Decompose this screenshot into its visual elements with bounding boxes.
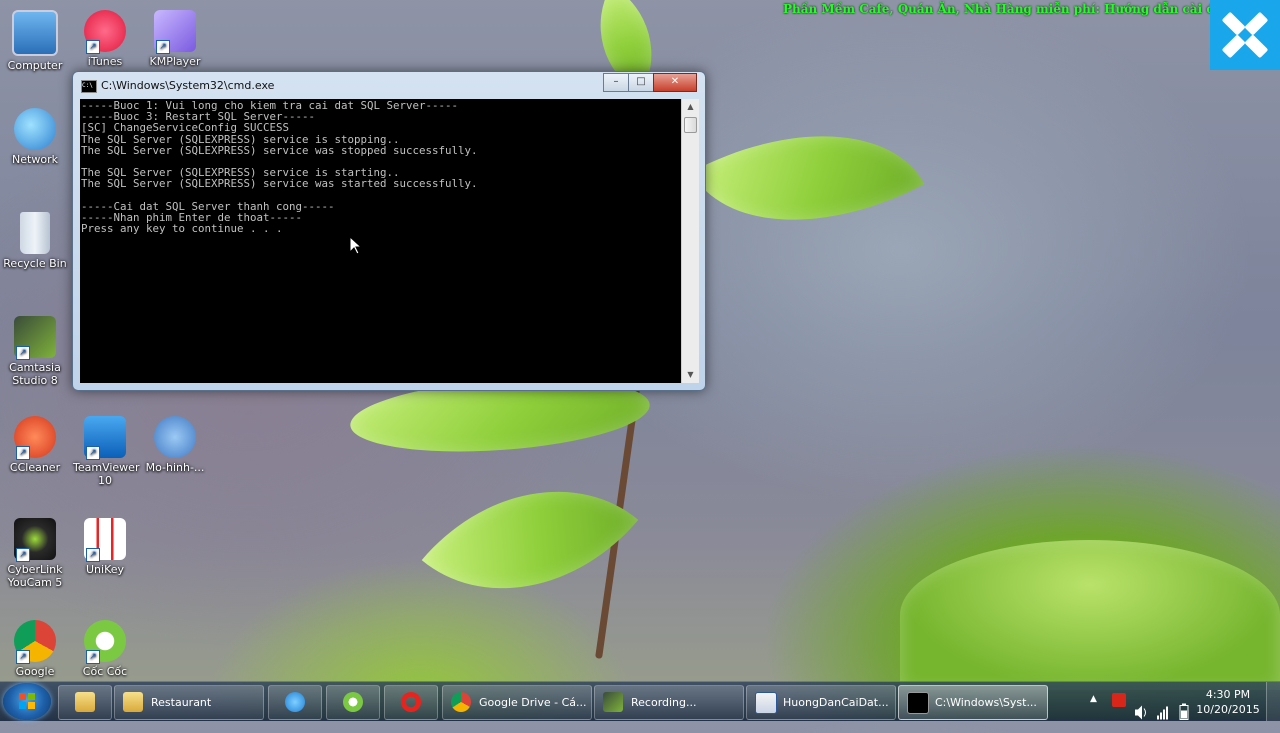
scroll-down-arrow[interactable]: ▼ — [682, 367, 699, 383]
cmd-icon: C:\ — [81, 80, 97, 93]
word-icon — [755, 692, 777, 714]
network-icon — [14, 108, 56, 150]
desktop-icon-label: Google — [15, 665, 55, 678]
taskbar-button-label: HuongDanCaiDat... — [783, 696, 889, 709]
desktop-icon-label: Camtasia Studio 8 — [9, 361, 61, 387]
cmd-window[interactable]: C:\ C:\Windows\System32\cmd.exe – □ ✕ --… — [72, 71, 706, 391]
console-line: [SC] ChangeServiceConfig SUCCESS — [81, 121, 290, 135]
desktop-icon-label: UniKey — [85, 563, 125, 576]
teamviewer-icon: ↗ — [84, 416, 126, 460]
battery-icon[interactable] — [1178, 692, 1190, 731]
taskbar-button-label: Restaurant — [151, 696, 212, 709]
cmd-titlebar[interactable]: C:\ C:\Windows\System32\cmd.exe – □ ✕ — [73, 72, 705, 98]
ccleaner-icon: ↗ — [14, 416, 56, 460]
recycle-bin-icon — [20, 212, 50, 254]
itunes-icon: ↗ — [84, 10, 126, 54]
wallpaper-leaf — [691, 78, 925, 278]
taskbar-coccoc-pin[interactable] — [326, 685, 380, 720]
taskbar-button-restaurant[interactable]: Restaurant — [114, 685, 264, 720]
console-output[interactable]: -----Buoc 1: Vui long cho kiem tra cai d… — [80, 99, 681, 383]
console-line: The SQL Server (SQLEXPRESS) service was … — [81, 143, 478, 157]
taskbar-button-label: Recording... — [631, 696, 697, 709]
desktop-icon-label: iTunes — [87, 55, 123, 68]
taskbar-button-cmd[interactable]: C:\Windows\Syst... — [898, 685, 1048, 720]
cmd-icon — [907, 692, 929, 714]
taskbar-button-word-doc[interactable]: HuongDanCaiDat... — [746, 685, 896, 720]
desktop-icon-label: Cốc Cốc — [82, 665, 128, 678]
start-button[interactable] — [3, 683, 51, 720]
volume-icon[interactable] — [1134, 693, 1148, 732]
desktop-icon-google[interactable]: ↗ Google — [3, 620, 67, 678]
desktop-icon-teamviewer[interactable]: ↗ TeamViewer 10 — [73, 416, 140, 487]
windows-logo-icon — [19, 693, 35, 709]
camtasia-icon: ↗ — [14, 316, 56, 360]
cmd-title: C:\Windows\System32\cmd.exe — [101, 79, 275, 92]
desktop-icon-mo-hinh[interactable]: Mo-hinh-... — [143, 416, 207, 474]
folder-icon — [75, 692, 95, 712]
console-line: Press any key to continue . . . — [81, 222, 283, 236]
taskbar-button-label: C:\Windows\Syst... — [935, 696, 1037, 709]
system-clock[interactable]: 4:30 PM 10/20/2015 — [1196, 687, 1260, 717]
desktop-icon-itunes[interactable]: ↗ iTunes — [73, 10, 137, 68]
desktop-icon-label: CCleaner — [9, 461, 61, 474]
desktop-icon-label: CyberLink YouCam 5 — [7, 563, 63, 589]
taskbar-button-google-drive[interactable]: Google Drive - Cá... — [442, 685, 592, 720]
minimize-button[interactable]: – — [603, 73, 629, 92]
taskbar-opera-pin[interactable] — [384, 685, 438, 720]
internet-explorer-icon — [285, 692, 305, 712]
coccoc-icon — [343, 692, 363, 712]
computer-icon — [12, 10, 58, 56]
desktop-icon-network[interactable]: Network — [3, 108, 67, 166]
chrome-icon — [451, 692, 471, 712]
opera-icon — [401, 692, 421, 712]
clock-time: 4:30 PM — [1205, 688, 1251, 701]
scroll-up-arrow[interactable]: ▲ — [682, 99, 699, 115]
scroll-thumb[interactable] — [684, 117, 697, 133]
desktop-icon-camtasia[interactable]: ↗ Camtasia Studio 8 — [3, 316, 67, 387]
youcam-icon: ↗ — [14, 518, 56, 562]
desktop-icon-label: KMPlayer — [149, 55, 201, 68]
tray-recorder-icon[interactable] — [1112, 693, 1126, 707]
close-button[interactable]: ✕ — [653, 73, 697, 92]
channel-logo — [1210, 0, 1280, 70]
camtasia-recorder-icon — [603, 692, 623, 712]
clock-date: 10/20/2015 — [1196, 703, 1260, 716]
taskbar-button-recording[interactable]: Recording... — [594, 685, 744, 720]
wallpaper-moss — [900, 540, 1280, 690]
mouse-cursor-icon — [350, 237, 362, 255]
tray-overflow-arrow[interactable]: ▲ — [1090, 694, 1097, 733]
show-desktop-button[interactable] — [1266, 682, 1280, 721]
console-text: -----Buoc 1: Vui long cho kiem tra cai d… — [80, 99, 681, 235]
console-scrollbar[interactable]: ▲ ▼ — [681, 99, 699, 383]
desktop-icon-youcam[interactable]: ↗ CyberLink YouCam 5 — [3, 518, 67, 589]
desktop-icon-unikey[interactable]: ↗ UniKey — [73, 518, 137, 576]
coccoc-icon: ↗ — [84, 620, 126, 664]
overlay-banner: Phần Mềm Cafe, Quán Ăn, Nhà Hàng miễn ph… — [783, 2, 1241, 16]
console-line: The SQL Server (SQLEXPRESS) service was … — [81, 177, 478, 191]
logo-icon — [1222, 12, 1268, 58]
unikey-icon: ↗ — [84, 518, 126, 562]
desktop-icon-label: Network — [12, 153, 58, 166]
chrome-icon: ↗ — [14, 620, 56, 664]
desktop-icon-computer[interactable]: Computer — [3, 10, 67, 72]
folder-icon — [123, 692, 143, 712]
maximize-button[interactable]: □ — [628, 73, 654, 92]
desktop-icon-recycle-bin[interactable]: Recycle Bin — [3, 212, 67, 270]
desktop-icon-label: Mo-hinh-... — [145, 461, 205, 474]
taskbar-button-label: Google Drive - Cá... — [479, 696, 587, 709]
desktop-icon-ccleaner[interactable]: ↗ CCleaner — [3, 416, 67, 474]
network-tray-icon[interactable] — [1156, 693, 1170, 732]
mo-hinh-icon — [154, 416, 196, 458]
kmplayer-icon: ↗ — [154, 10, 196, 54]
desktop-icon-label: Computer — [7, 59, 63, 72]
taskbar-explorer-pin[interactable] — [58, 685, 112, 720]
desktop-icon-kmplayer[interactable]: ↗ KMPlayer — [143, 10, 207, 68]
desktop-icon-label: TeamViewer 10 — [73, 461, 140, 487]
taskbar-ie-pin[interactable] — [268, 685, 322, 720]
desktop-icon-label: Recycle Bin — [3, 257, 67, 270]
taskbar: Restaurant Google Drive - Cá... Recordin… — [0, 681, 1280, 721]
desktop-icon-coccoc[interactable]: ↗ Cốc Cốc — [73, 620, 137, 678]
